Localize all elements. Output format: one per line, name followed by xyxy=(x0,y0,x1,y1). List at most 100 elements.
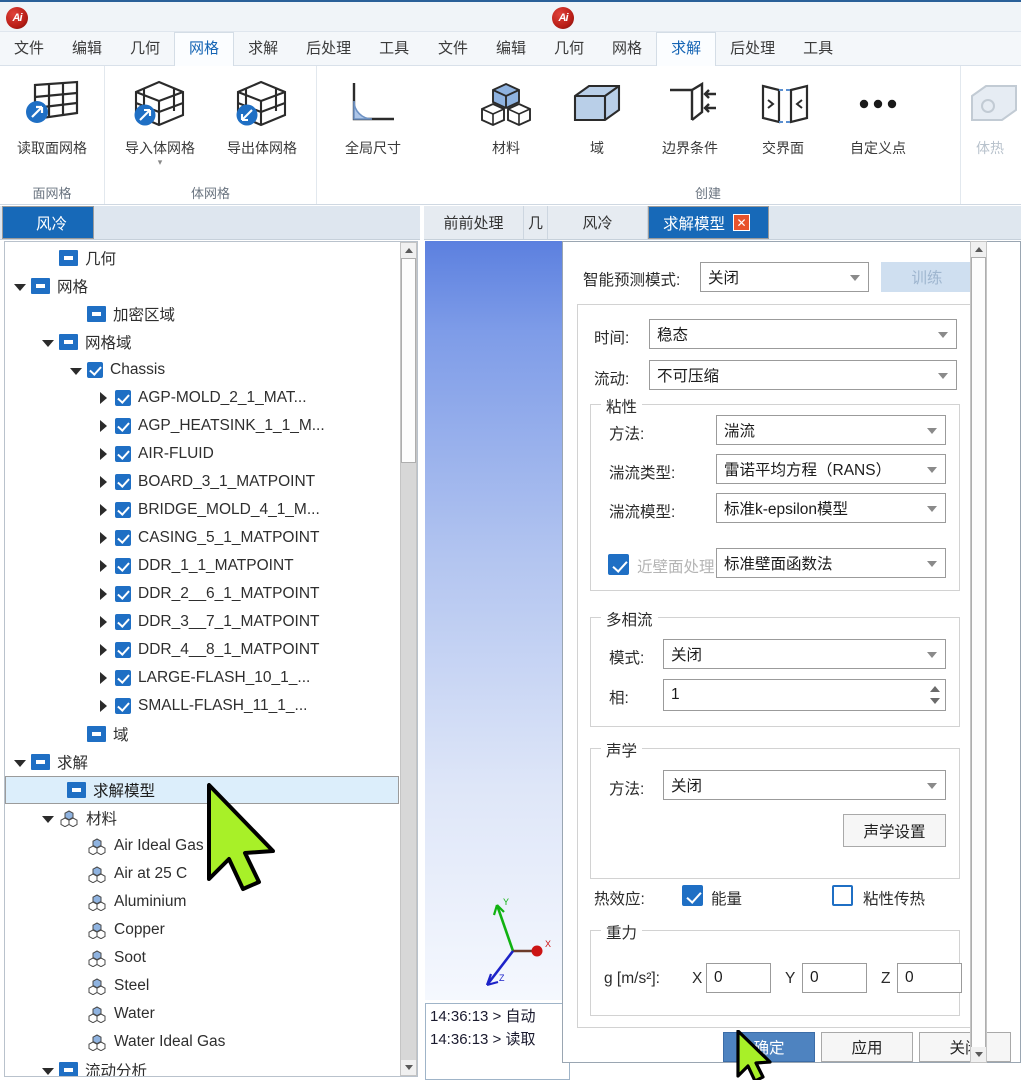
tree-item-checkbox[interactable] xyxy=(115,698,131,714)
close-button[interactable]: 关闭 xyxy=(919,1032,1011,1062)
tree-item-checkbox[interactable] xyxy=(115,530,131,546)
chevron-down-icon[interactable] xyxy=(69,363,83,377)
tree-item-checkbox[interactable] xyxy=(115,502,131,518)
tree-item-checkbox[interactable] xyxy=(115,390,131,406)
smart-predict-select[interactable]: 关闭 xyxy=(700,262,869,292)
gravity-x-input[interactable]: 0 xyxy=(706,963,771,993)
tree-item[interactable]: Chassis xyxy=(5,356,399,384)
tab-solve-model[interactable]: 求解模型 ✕ xyxy=(648,206,769,239)
tree-item[interactable]: Air Ideal Gas xyxy=(5,832,399,860)
tree-item[interactable]: 加密区域 xyxy=(5,300,399,328)
left-panel-tab-aircooling[interactable]: 风冷 xyxy=(2,206,94,239)
menu-front-item-geometry[interactable]: 几何 xyxy=(540,32,598,66)
tree-item[interactable]: 求解 xyxy=(5,748,399,776)
tree-item-checkbox[interactable] xyxy=(115,670,131,686)
chevron-right-icon[interactable] xyxy=(97,699,111,713)
chevron-right-icon[interactable] xyxy=(97,503,111,517)
tree-item-checkbox[interactable] xyxy=(115,642,131,658)
tree-item[interactable]: LARGE-FLASH_10_1_... xyxy=(5,664,399,692)
tab-preprocess[interactable]: 前前处理 xyxy=(424,206,524,239)
chevron-down-icon[interactable] xyxy=(41,1063,55,1076)
tree-item[interactable]: BRIDGE_MOLD_4_1_M... xyxy=(5,496,399,524)
turbulence-type-select[interactable]: 雷诺平均方程（RANS） xyxy=(716,454,946,484)
chevron-right-icon[interactable] xyxy=(97,391,111,405)
tree-item[interactable]: DDR_4__8_1_MATPOINT xyxy=(5,636,399,664)
stepper-arrows-icon[interactable] xyxy=(927,682,943,708)
viscous-heating-checkbox[interactable] xyxy=(832,885,853,906)
viscosity-method-select[interactable]: 湍流 xyxy=(716,415,946,445)
tree-item[interactable]: Aluminium xyxy=(5,888,399,916)
menu-front-item-postprocess[interactable]: 后处理 xyxy=(716,32,789,66)
turbulence-model-select[interactable]: 标准k-epsilon模型 xyxy=(716,493,946,523)
tree-scrollbar[interactable] xyxy=(400,242,417,1076)
scroll-up-arrow-icon[interactable] xyxy=(971,242,986,257)
tab-geometry-partial[interactable]: 几 xyxy=(524,206,548,239)
tree-item-checkbox[interactable] xyxy=(115,558,131,574)
menu-front-item-solve[interactable]: 求解 xyxy=(656,32,717,66)
tree-item-checkbox[interactable] xyxy=(115,586,131,602)
interface-button[interactable]: 交界面 xyxy=(740,74,826,158)
material-button[interactable]: 材料 xyxy=(460,74,552,158)
tree-item-checkbox[interactable] xyxy=(115,474,131,490)
tree-item[interactable]: SMALL-FLASH_11_1_... xyxy=(5,692,399,720)
tree-item[interactable]: 域 xyxy=(5,720,399,748)
flow-select[interactable]: 不可压缩 xyxy=(649,360,957,390)
tree-item[interactable]: 材料 xyxy=(5,804,399,832)
chevron-right-icon[interactable] xyxy=(97,643,111,657)
time-select[interactable]: 稳态 xyxy=(649,319,957,349)
tree-item[interactable]: DDR_2__6_1_MATPOINT xyxy=(5,580,399,608)
tree-item[interactable]: 求解模型 xyxy=(5,776,399,804)
tree-item[interactable]: Steel xyxy=(5,972,399,1000)
chevron-down-icon[interactable] xyxy=(13,279,27,293)
acoustics-settings-button[interactable]: 声学设置 xyxy=(843,814,946,847)
multiphase-mode-select[interactable]: 关闭 xyxy=(663,639,946,669)
model-tree-panel[interactable]: 几何 网格 加密区域 网格域 Chassis AGP-MOLD_2_1_MAT... AGP… xyxy=(4,241,418,1077)
gravity-y-input[interactable]: 0 xyxy=(802,963,867,993)
tree-item[interactable]: BOARD_3_1_MATPOINT xyxy=(5,468,399,496)
log-panel[interactable]: 14:36:13 > 自动 14:36:13 > 读取 xyxy=(425,1003,570,1080)
menu-item-geometry[interactable]: 几何 xyxy=(116,32,174,66)
tree-item[interactable]: AGP_HEATSINK_1_1_M... xyxy=(5,412,399,440)
energy-checkbox[interactable] xyxy=(682,885,703,906)
tree-item[interactable]: Air at 25 C xyxy=(5,860,399,888)
viewport-3d[interactable]: X Y Z xyxy=(425,241,570,1000)
menu-front-item-file[interactable]: 文件 xyxy=(424,32,482,66)
tree-item[interactable]: Copper xyxy=(5,916,399,944)
chevron-right-icon[interactable] xyxy=(97,587,111,601)
tree-item[interactable]: DDR_3__7_1_MATPOINT xyxy=(5,608,399,636)
near-wall-checkbox[interactable] xyxy=(608,554,629,575)
dialog-scrollbar-thumb[interactable] xyxy=(971,257,986,1049)
menu-item-edit[interactable]: 编辑 xyxy=(58,32,116,66)
scroll-down-arrow-icon[interactable] xyxy=(401,1060,416,1075)
menu-item-postprocess[interactable]: 后处理 xyxy=(292,32,365,66)
tree-item-checkbox[interactable] xyxy=(115,446,131,462)
chevron-down-icon[interactable] xyxy=(41,811,55,825)
tree-item-checkbox[interactable] xyxy=(87,362,103,378)
menu-front-item-mesh[interactable]: 网格 xyxy=(598,32,656,66)
scroll-up-arrow-icon[interactable] xyxy=(401,243,416,258)
boundary-condition-button[interactable]: 边界条件 xyxy=(642,74,738,158)
chevron-right-icon[interactable] xyxy=(97,615,111,629)
tree-item[interactable]: 网格 xyxy=(5,272,399,300)
menu-front-item-tools[interactable]: 工具 xyxy=(789,32,847,66)
tree-item[interactable]: Soot xyxy=(5,944,399,972)
chevron-right-icon[interactable] xyxy=(97,531,111,545)
phase-count-stepper[interactable]: 1 xyxy=(663,679,946,711)
tree-item[interactable]: Water xyxy=(5,1000,399,1028)
domain-button[interactable]: 域 xyxy=(554,74,640,158)
tree-item[interactable]: Water Ideal Gas xyxy=(5,1028,399,1056)
scroll-down-arrow-icon[interactable] xyxy=(971,1047,986,1062)
train-button[interactable]: 训练 xyxy=(881,262,973,292)
tree-item-checkbox[interactable] xyxy=(115,614,131,630)
close-icon[interactable]: ✕ xyxy=(733,214,751,231)
tree-item[interactable]: 流动分析 xyxy=(5,1056,399,1076)
menu-item-file[interactable]: 文件 xyxy=(0,32,58,66)
acoustics-method-select[interactable]: 关闭 xyxy=(663,770,946,800)
tree-item[interactable]: DDR_1_1_MATPOINT xyxy=(5,552,399,580)
tree-item[interactable]: 网格域 xyxy=(5,328,399,356)
dialog-scrollbar[interactable] xyxy=(970,241,987,1063)
tree-item[interactable]: AGP-MOLD_2_1_MAT... xyxy=(5,384,399,412)
chevron-right-icon[interactable] xyxy=(97,671,111,685)
menu-item-tools[interactable]: 工具 xyxy=(365,32,423,66)
ok-button[interactable]: 确定 xyxy=(723,1032,815,1062)
